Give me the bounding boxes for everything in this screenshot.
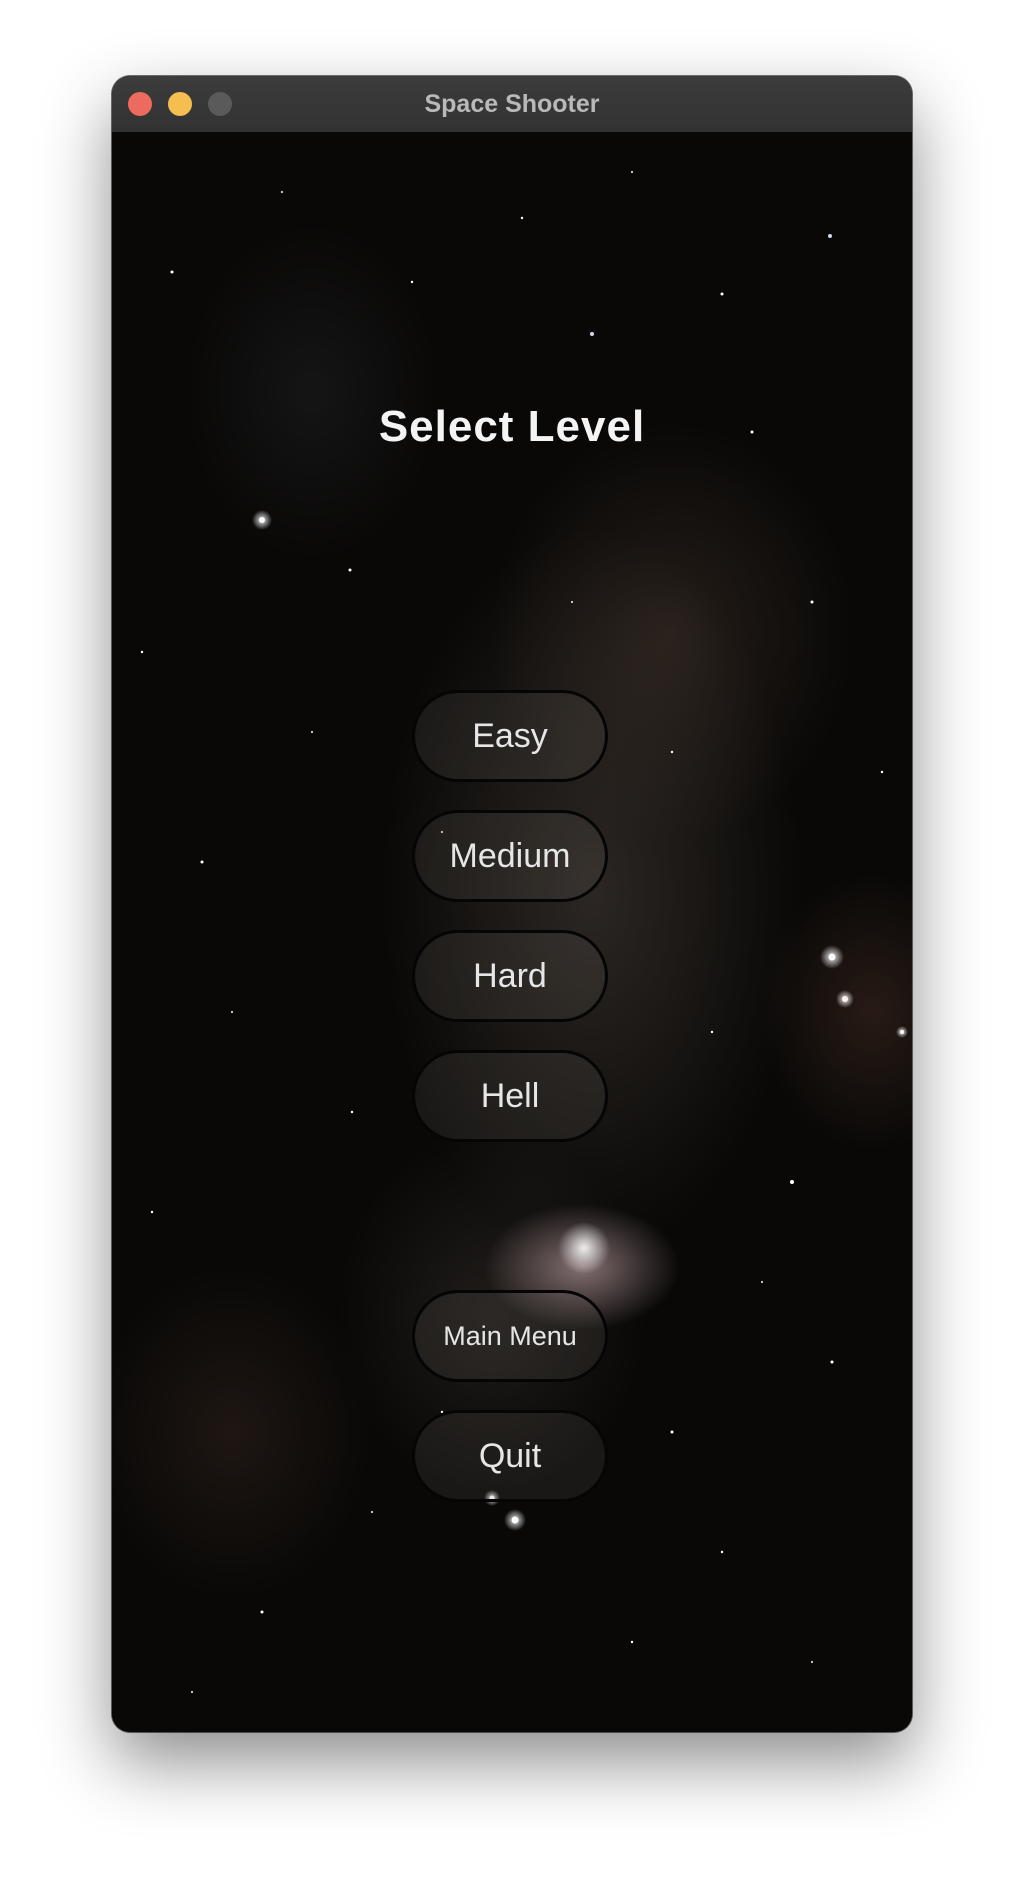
- title-bar[interactable]: Space Shooter: [112, 76, 912, 133]
- easy-level-button[interactable]: Easy: [412, 690, 608, 782]
- window-title: Space Shooter: [424, 90, 600, 118]
- quit-button[interactable]: Quit: [412, 1410, 608, 1502]
- hell-level-button[interactable]: Hell: [412, 1050, 608, 1142]
- game-window: Space Shooter Select Level Easy Medium H…: [112, 76, 912, 1732]
- main-menu-button[interactable]: Main Menu: [412, 1290, 608, 1382]
- level-select-screen: Select Level Easy Medium Hard Hell Main …: [112, 132, 912, 1732]
- hard-level-button[interactable]: Hard: [412, 930, 608, 1022]
- page-title: Select Level: [378, 402, 646, 451]
- medium-level-button[interactable]: Medium: [412, 810, 608, 902]
